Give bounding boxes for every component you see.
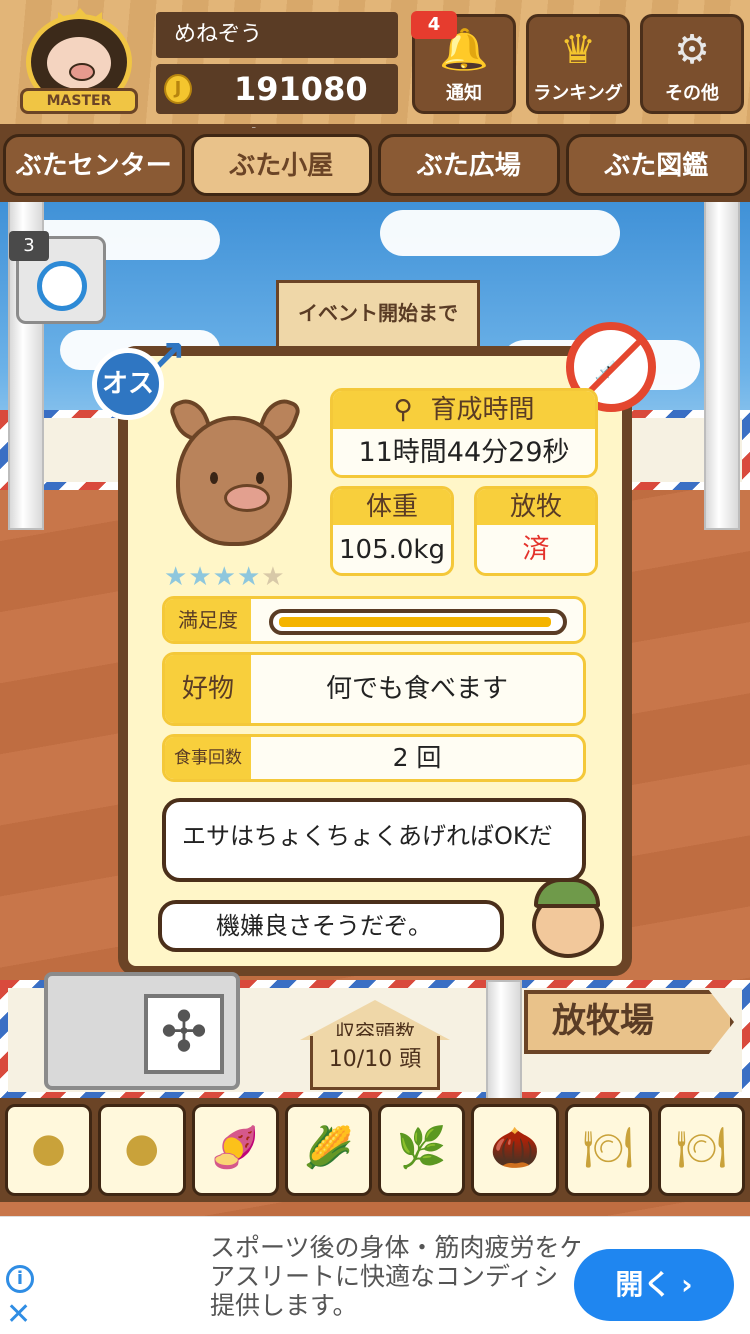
info-icon[interactable]: i xyxy=(6,1265,34,1293)
weight-label: 体重 xyxy=(333,489,451,525)
grain-feed-icon: ● xyxy=(31,1125,67,1171)
stopwatch-count: 3 xyxy=(9,231,49,261)
favorite-value: 何でも食べます xyxy=(325,674,508,704)
mood-message: 機嫌良さそうだぞ。 xyxy=(216,912,432,940)
capacity-house: 収容頭数 10/10 頭 xyxy=(300,1000,450,1092)
corn-icon: 🌽 xyxy=(303,1125,354,1171)
close-icon[interactable]: ✕ xyxy=(6,1299,31,1331)
stopwatch-icon xyxy=(37,261,87,311)
fence-pillar xyxy=(486,980,522,1100)
notification-button[interactable]: 4 🔔 通知 xyxy=(411,11,516,114)
pig-portrait xyxy=(167,393,303,556)
meal-count-label: 食事回数 xyxy=(165,737,251,779)
growth-time-label: ⚲ 育成時間 xyxy=(333,391,595,429)
feed-slot[interactable]: 🍠 xyxy=(191,1104,279,1196)
gear-icon: ⚙ xyxy=(674,27,710,73)
crown-icon: ♛ xyxy=(560,27,596,73)
gender-label: オス xyxy=(92,348,164,420)
tab-buta-center[interactable]: ぶたセンター xyxy=(3,134,185,196)
pig-face-icon xyxy=(44,34,114,92)
feed-slot[interactable]: ● xyxy=(5,1104,93,1196)
growth-time-box: ⚲ 育成時間 11時間44分29秒 xyxy=(330,388,598,478)
satisfaction-label: 満足度 xyxy=(165,599,251,641)
other-button[interactable]: ⚙ その他 xyxy=(640,14,744,114)
favorite-food-row: 好物 何でも食べます xyxy=(162,652,586,726)
plate-of-balls-icon: 🍽 xyxy=(675,1125,727,1171)
ad-open-button[interactable]: 開く › xyxy=(574,1249,734,1321)
ad-text: スポーツ後の身体・筋肉疲労をケア アスリートに快適なコンディシ 提供します。 xyxy=(210,1233,580,1320)
tab-buta-hiroba[interactable]: ぶた広場 xyxy=(378,134,560,196)
feed-slot[interactable]: 🌰 xyxy=(471,1104,559,1196)
stopwatch-button[interactable]: 3 xyxy=(9,231,106,324)
event-countdown-sign: イベント開始まで xyxy=(276,280,480,350)
plate-of-beans-icon: 🍽 xyxy=(582,1125,634,1171)
control-panel[interactable]: ✣ xyxy=(44,972,240,1090)
tab-buta-zukan[interactable]: ぶた図鑑 xyxy=(565,134,747,196)
pin-icon: ⚲ xyxy=(393,395,413,425)
player-name: めねぞう xyxy=(156,12,398,58)
notification-label: 通知 xyxy=(446,83,482,104)
feed-slot[interactable]: 🌿 xyxy=(378,1104,466,1196)
top-header: MASTER めねぞう J 191080 pt 4 🔔 通知 ♛ ランキング ⚙… xyxy=(0,0,750,147)
pasture-sign[interactable]: 放牧場 xyxy=(524,990,734,1054)
cloud xyxy=(380,210,620,256)
grazing-box: 放牧 済 xyxy=(474,486,598,576)
tab-buta-koya[interactable]: ぶた小屋 xyxy=(190,134,372,196)
weight-box: 体重 105.0kg xyxy=(330,486,454,576)
other-label: その他 xyxy=(665,83,719,104)
notification-badge: 4 xyxy=(411,11,457,39)
star-icon: ★ xyxy=(236,562,262,592)
grazing-label: 放牧 xyxy=(477,489,595,525)
beans-with-leaf-icon: 🌿 xyxy=(396,1125,447,1171)
capacity-value: 10/10 頭 xyxy=(310,1036,440,1090)
ad-banner[interactable]: i ✕ スポーツ後の身体・筋肉疲労をケア アスリートに快適なコンディシ 提供しま… xyxy=(0,1216,750,1334)
rating-stars: ★★★★★ xyxy=(164,562,286,592)
grazing-value: 済 xyxy=(522,534,550,565)
fence-pillar xyxy=(704,200,740,530)
feed-slot[interactable]: ● xyxy=(98,1104,186,1196)
fan-icon: ✣ xyxy=(144,994,224,1074)
satisfaction-row: 満足度 xyxy=(162,596,586,644)
feed-slot[interactable]: 🍽 xyxy=(564,1104,652,1196)
satisfaction-bar-fill xyxy=(279,617,551,627)
acorn-icon: 🌰 xyxy=(489,1125,540,1171)
ranking-label: ランキング xyxy=(533,83,623,104)
star-icon: ★ xyxy=(212,562,237,592)
star-icon: ★ xyxy=(261,562,286,592)
main-tabs: ぶたセンター ぶた小屋 ぶた広場 ぶた図鑑 xyxy=(0,128,750,202)
coin-icon: J xyxy=(164,74,192,104)
sweet-potato-icon: 🍠 xyxy=(210,1125,261,1171)
tip-speech-bubble: エサはちょくちょくあげればOKだ xyxy=(162,798,586,882)
badge-label: MASTER xyxy=(20,88,138,114)
mood-speech-bubble: 機嫌良さそうだぞ。 xyxy=(158,900,504,952)
feed-toolbar: ● ● 🍠 🌽 🌿 🌰 🍽 🍽 xyxy=(0,1098,750,1202)
farmer-avatar xyxy=(526,876,608,960)
ranking-button[interactable]: ♛ ランキング xyxy=(526,14,630,114)
growth-time-value: 11時間44分29秒 xyxy=(358,437,570,468)
weight-value: 105.0kg xyxy=(339,535,445,565)
mixed-beans-icon: ● xyxy=(124,1125,160,1171)
feed-slot[interactable]: 🍽 xyxy=(657,1104,745,1196)
satisfaction-bar xyxy=(269,609,567,635)
tip-message: エサはちょくちょくあげればOKだ xyxy=(182,822,553,850)
meal-count-value: 2 回 xyxy=(392,743,442,772)
favorite-label: 好物 xyxy=(165,655,251,723)
star-icon: ★ xyxy=(188,562,213,592)
meal-count-row: 食事回数 2 回 xyxy=(162,734,586,782)
star-icon: ★ xyxy=(164,562,189,592)
feed-slot[interactable]: 🌽 xyxy=(284,1104,372,1196)
master-badge[interactable]: MASTER xyxy=(14,8,144,120)
points-display: J 191080 pt xyxy=(156,64,398,147)
